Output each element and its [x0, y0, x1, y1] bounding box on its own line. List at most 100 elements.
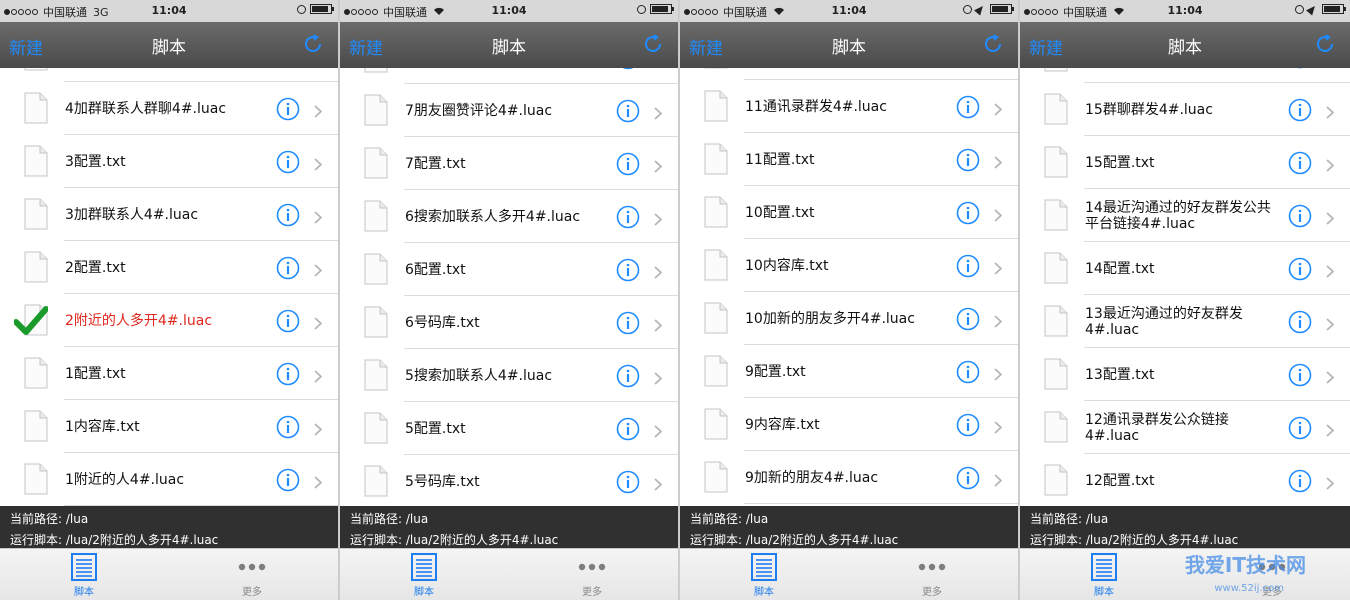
table-row[interactable]: 12配置.txt: [1020, 454, 1350, 506]
info-icon[interactable]: [956, 254, 980, 278]
refresh-icon[interactable]: [302, 33, 324, 55]
battery-icon: [650, 4, 674, 14]
table-row[interactable]: 14最近沟通过的好友群发公共平台链接4#.luac: [1020, 189, 1350, 242]
info-icon[interactable]: [276, 468, 300, 492]
table-row[interactable]: 5号码库.txt: [340, 455, 678, 506]
info-icon[interactable]: [956, 95, 980, 119]
file-icon: [364, 359, 388, 391]
table-row[interactable]: 1配置.txt: [0, 347, 338, 400]
tab-more[interactable]: 更多: [212, 553, 292, 598]
table-row[interactable]: 14配置.txt: [1020, 242, 1350, 295]
info-icon[interactable]: [956, 307, 980, 331]
info-icon[interactable]: [616, 417, 640, 441]
navigation-bar: 新建 脚本: [1020, 22, 1350, 68]
file-name: 9加新的朋友4#.luac: [745, 469, 879, 486]
table-row[interactable]: 10加新的朋友多开4#.luac: [680, 292, 1018, 345]
info-icon[interactable]: [1288, 151, 1312, 175]
info-icon[interactable]: [276, 150, 300, 174]
tab-label: 更多: [582, 587, 602, 598]
info-icon[interactable]: [1288, 469, 1312, 493]
info-icon[interactable]: [616, 364, 640, 388]
info-icon[interactable]: [276, 362, 300, 386]
rotation-lock-icon: [963, 4, 972, 14]
info-icon[interactable]: [1288, 68, 1312, 69]
table-row[interactable]: 12通讯录群发公众链接4#.luac: [1020, 401, 1350, 454]
table-row[interactable]: 7朋友圈赞评论4#.luac: [340, 84, 678, 137]
refresh-icon[interactable]: [642, 33, 664, 55]
info-icon[interactable]: [616, 152, 640, 176]
info-icon[interactable]: [956, 201, 980, 225]
info-icon[interactable]: [616, 205, 640, 229]
info-icon[interactable]: [276, 309, 300, 333]
rotation-lock-icon: [637, 4, 646, 14]
watermark-url: www.52ij.com: [1214, 583, 1284, 594]
info-icon[interactable]: [1288, 363, 1312, 387]
chevron-right-icon: [1326, 210, 1335, 225]
table-row[interactable]: 10内容库.txt: [680, 239, 1018, 292]
table-row[interactable]: 7配置.txt: [340, 137, 678, 190]
table-row[interactable]: 9加新的朋友4#.luac: [680, 451, 1018, 504]
table-row[interactable]: 3加群联系人4#.luac: [0, 188, 338, 241]
info-icon[interactable]: [956, 360, 980, 384]
table-row[interactable]: 5搜索加联系人4#.luac: [340, 349, 678, 402]
tab-scripts[interactable]: 脚本: [724, 553, 804, 598]
status-bar: 中国联通 11:04: [680, 0, 1018, 22]
tab-scripts[interactable]: 脚本: [44, 553, 124, 598]
info-icon[interactable]: [616, 470, 640, 494]
tab-scripts[interactable]: 脚本: [384, 553, 464, 598]
chevron-right-icon: [314, 156, 323, 171]
info-icon[interactable]: [1288, 257, 1312, 281]
table-row[interactable]: 11配置.txt: [680, 133, 1018, 186]
info-icon[interactable]: [616, 99, 640, 123]
info-icon[interactable]: [956, 466, 980, 490]
tab-scripts[interactable]: 脚本: [1064, 553, 1144, 598]
refresh-icon[interactable]: [1314, 33, 1336, 55]
script-file-list: 11通讯录群发4#.luac 11配置.txt 10配置.txt 10内容库.txt 1…: [680, 68, 1018, 506]
file-icon: [704, 355, 728, 387]
info-icon[interactable]: [276, 203, 300, 227]
table-row[interactable]: 2附近的人多开4#.luac: [0, 294, 338, 347]
table-row[interactable]: 1附近的人4#.luac: [0, 453, 338, 506]
info-icon[interactable]: [1288, 310, 1312, 334]
info-icon[interactable]: [276, 97, 300, 121]
info-icon[interactable]: [276, 256, 300, 280]
chevron-right-icon: [314, 368, 323, 383]
file-icon: [1044, 252, 1068, 284]
table-row[interactable]: 13最近沟通过的好友群发4#.luac: [1020, 295, 1350, 348]
file-name: 5号码库.txt: [405, 473, 480, 490]
table-row[interactable]: 6配置.txt: [340, 243, 678, 296]
table-row[interactable]: 2配置.txt: [0, 241, 338, 294]
info-icon[interactable]: [1288, 98, 1312, 122]
info-icon[interactable]: [276, 415, 300, 439]
battery-icon: [990, 4, 1014, 14]
info-icon[interactable]: [1288, 416, 1312, 440]
info-icon[interactable]: [616, 258, 640, 282]
table-row[interactable]: 3配置.txt: [0, 135, 338, 188]
table-row[interactable]: 13配置.txt: [1020, 348, 1350, 401]
table-row[interactable]: 9配置.txt: [680, 345, 1018, 398]
info-icon[interactable]: [956, 413, 980, 437]
table-row[interactable]: 1内容库.txt: [0, 400, 338, 453]
tab-more[interactable]: 更多: [552, 553, 632, 598]
chevron-right-icon: [1326, 369, 1335, 384]
refresh-icon[interactable]: [982, 33, 1004, 55]
table-row[interactable]: 4加群联系人群聊4#.luac: [0, 82, 338, 135]
table-row[interactable]: 15配置.txt: [1020, 136, 1350, 189]
table-row[interactable]: 11通讯录群发4#.luac: [680, 80, 1018, 133]
table-row[interactable]: 6搜索加联系人多开4#.luac: [340, 190, 678, 243]
table-row[interactable]: 9内容库.txt: [680, 398, 1018, 451]
location-icon: [974, 2, 986, 16]
info-icon[interactable]: [616, 311, 640, 335]
chevron-right-icon: [994, 154, 1003, 169]
info-icon[interactable]: [956, 148, 980, 172]
table-row[interactable]: 10配置.txt: [680, 186, 1018, 239]
table-row[interactable]: 6号码库.txt: [340, 296, 678, 349]
status-bar: 中国联通 11:04: [1020, 0, 1350, 22]
info-icon[interactable]: [1288, 204, 1312, 228]
tab-more[interactable]: 更多: [892, 553, 972, 598]
rotation-lock-icon: [1295, 4, 1304, 14]
info-icon[interactable]: [616, 68, 640, 70]
table-row[interactable]: 5配置.txt: [340, 402, 678, 455]
tab-label: 脚本: [1094, 587, 1114, 598]
table-row[interactable]: 15群聊群发4#.luac: [1020, 83, 1350, 136]
